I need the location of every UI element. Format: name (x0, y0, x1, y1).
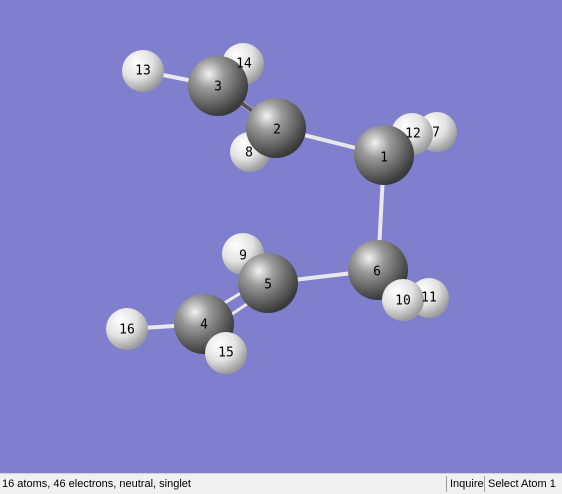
atom-label-2: 2 (273, 123, 281, 138)
mode-indicator: Inquire (450, 478, 484, 490)
atom-label-13: 13 (135, 64, 151, 79)
atoms-layer (106, 43, 457, 374)
atom-label-11: 11 (421, 291, 437, 306)
atom-label-3: 3 (214, 80, 222, 95)
atom-label-8: 8 (245, 146, 253, 161)
status-bar: 16 atoms, 46 electrons, neutral, singlet… (0, 473, 562, 494)
atom-label-15: 15 (218, 346, 234, 361)
molecule-canvas[interactable]: 13 14 3 8 2 7 12 1 9 5 6 11 10 16 4 15 (0, 0, 562, 473)
molecule-viewport[interactable]: 13 14 3 8 2 7 12 1 9 5 6 11 10 16 4 15 (0, 0, 562, 473)
atom-label-16: 16 (119, 323, 135, 338)
atom-label-6: 6 (373, 265, 381, 280)
atom-label-12: 12 (405, 127, 421, 142)
atom-label-4: 4 (200, 318, 208, 333)
atom-label-1: 1 (380, 151, 388, 166)
status-divider (484, 476, 485, 492)
atom-label-14: 14 (236, 57, 252, 72)
molecule-summary: 16 atoms, 46 electrons, neutral, singlet (2, 478, 191, 490)
status-divider (446, 476, 447, 492)
atom-label-9: 9 (239, 249, 247, 264)
selection-status: Select Atom 1 (488, 478, 556, 490)
atom-label-10: 10 (395, 294, 411, 309)
atom-label-7: 7 (432, 126, 440, 141)
atom-label-5: 5 (264, 278, 272, 293)
